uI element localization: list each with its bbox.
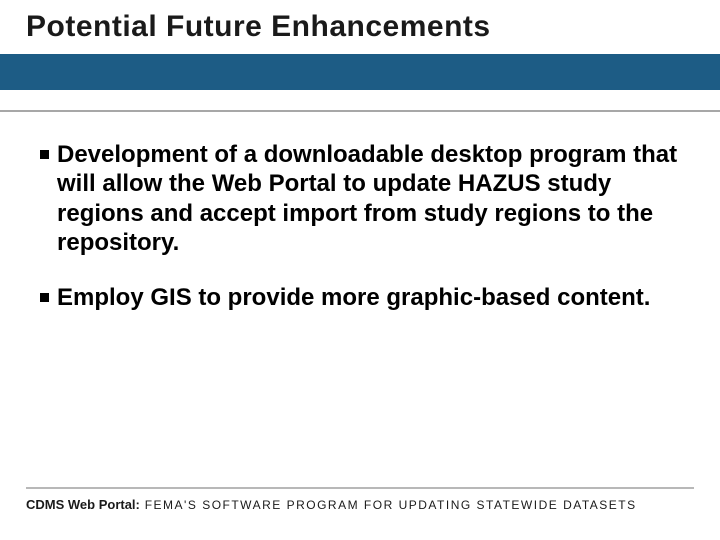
square-bullet-icon [40,293,49,302]
list-item: Development of a downloadable desktop pr… [40,140,680,257]
title-region: Potential Future Enhancements [0,0,720,112]
bullet-text: Development of a downloadable desktop pr… [57,140,680,257]
square-bullet-icon [40,150,49,159]
title-bar [0,54,720,90]
bullet-text: Employ GIS to provide more graphic-based… [57,283,650,312]
slide: Potential Future Enhancements Developmen… [0,0,720,540]
footer-rest: FEMA'S SOFTWARE PROGRAM FOR UPDATING STA… [140,498,637,512]
footer-text: CDMS Web Portal: FEMA'S SOFTWARE PROGRAM… [26,497,694,512]
slide-title: Potential Future Enhancements [0,10,720,54]
title-underline [0,110,720,112]
list-item: Employ GIS to provide more graphic-based… [40,283,680,312]
footer: CDMS Web Portal: FEMA'S SOFTWARE PROGRAM… [26,487,694,512]
footer-divider [26,487,694,489]
content-area: Development of a downloadable desktop pr… [0,112,720,312]
footer-strong: CDMS Web Portal: [26,497,140,512]
